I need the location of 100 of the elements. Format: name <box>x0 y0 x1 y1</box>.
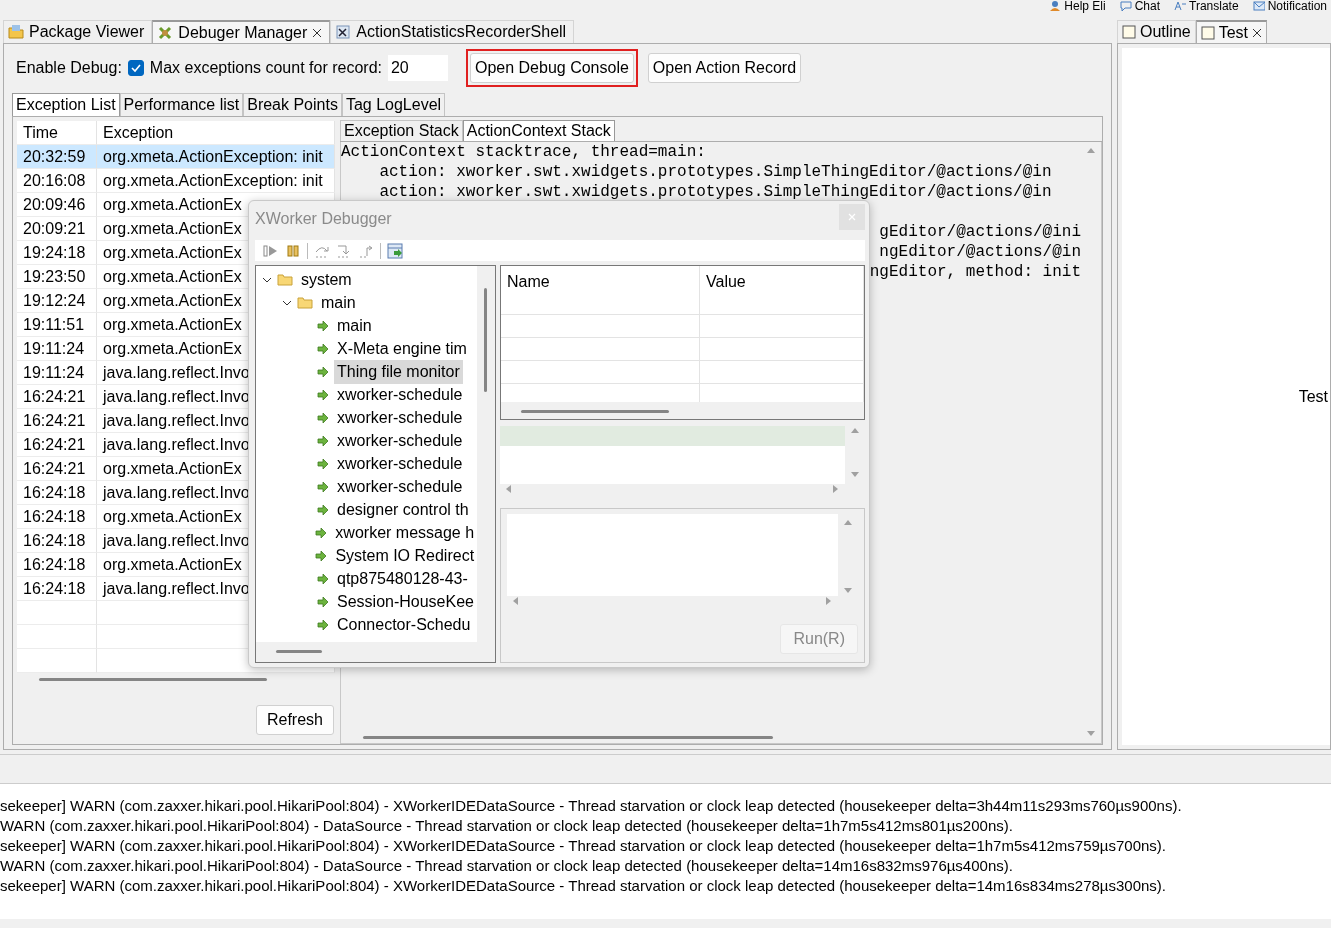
log-line: sekeeper] WARN (com.zaxxer.hikari.pool.HikariPool:804) - XWorkerIDEDataSource - Thread starvation or clock leap detected (housekeeper delta=1h7m5s412ms759µs700ns). <box>0 836 1167 856</box>
table-cell: 16:24:18 <box>17 481 97 505</box>
resume-icon[interactable] <box>263 242 279 259</box>
console-icon[interactable] <box>387 242 403 259</box>
log-line: sekeeper] WARN (com.zaxxer.hikari.pool.HikariPool:804) - XWorkerIDEDataSource - Thread starvation or clock leap detected (housekeeper delta=3h44m11s293ms760µs900ns). <box>0 796 1183 816</box>
table-cell: 19:23:50 <box>17 265 97 289</box>
tree-item[interactable]: Session-HouseKee <box>334 589 477 614</box>
table-cell: 19:24:18 <box>17 241 97 265</box>
person-icon <box>1049 0 1062 12</box>
table-cell: 19:12:24 <box>17 289 97 313</box>
table-cell: org.xmeta.ActionException: init <box>97 145 335 169</box>
toolbar-button[interactable]: Open Action Record <box>647 53 802 83</box>
tree-item[interactable]: main <box>334 313 375 338</box>
arrow-icon <box>317 479 329 494</box>
view-text: Test <box>1298 386 1329 407</box>
table-cell: 20:09:46 <box>17 193 97 217</box>
scrollbar-thumb[interactable] <box>39 678 267 681</box>
tab[interactable]: ActionContext Stack <box>462 120 615 141</box>
scroll-up-icon[interactable] <box>1086 146 1096 156</box>
enable-debug-checkbox[interactable] <box>127 60 144 76</box>
table-cell: 16:24:21 <box>17 385 97 409</box>
arrow-icon <box>317 502 329 517</box>
column-header[interactable]: Value <box>700 266 864 315</box>
arrow-icon <box>317 433 329 448</box>
tree-item[interactable]: xworker message h <box>332 520 478 545</box>
code-line: ActionContext stacktrace, thread=main: <box>341 142 707 162</box>
tree-item[interactable]: X-Meta engine tim <box>334 336 470 361</box>
table-cell: 16:24:18 <box>17 553 97 577</box>
table-cell: 19:11:24 <box>17 337 97 361</box>
tree-item[interactable]: xworker-schedule <box>334 405 466 430</box>
table-cell: 16:24:18 <box>17 505 97 529</box>
table-cell: 16:24:18 <box>17 577 97 601</box>
tab[interactable]: Performance list <box>119 93 244 116</box>
column-header[interactable]: Name <box>501 266 700 315</box>
toolbar-button[interactable]: Open Debug Console <box>469 53 634 83</box>
view-tab[interactable]: Outline <box>1117 20 1196 43</box>
scrollbar-thumb[interactable] <box>363 736 773 739</box>
envelope-icon <box>1252 0 1265 12</box>
tab[interactable]: Tag LogLevel <box>341 93 446 116</box>
close-icon[interactable] <box>312 27 323 38</box>
count-field[interactable]: 20 <box>387 55 448 81</box>
code-line: ngEditor, method: init <box>869 263 1081 281</box>
arrow-icon <box>317 456 329 471</box>
arrow-icon <box>317 387 329 402</box>
tree-item[interactable]: xworker-schedule <box>334 451 466 476</box>
scroll-up-icon[interactable] <box>843 518 853 528</box>
arrow-icon <box>317 594 329 609</box>
arrow-icon <box>317 571 329 586</box>
editor-tab[interactable]: ActionStatisticsRecorderShell <box>330 20 575 43</box>
close-icon[interactable] <box>1252 27 1263 38</box>
view-icon <box>1200 25 1215 40</box>
pause-icon[interactable] <box>285 242 301 259</box>
log-line: sekeeper] WARN (com.zaxxer.hikari.pool.HikariPool:804) - XWorkerIDEDataSource - Thread starvation or clock leap detected (housekeeper delta=14m16s834ms278µs300ns). <box>0 876 1167 896</box>
step-into-icon[interactable] <box>336 242 352 259</box>
arrow-icon <box>317 617 329 632</box>
table-cell: 16:24:18 <box>17 529 97 553</box>
arrow-icon <box>317 318 329 333</box>
scrollbar-thumb[interactable] <box>484 288 488 392</box>
tree-item[interactable]: Connector-Schedu <box>334 612 474 637</box>
close-icon <box>847 211 857 222</box>
scrollbar-thumb[interactable] <box>521 409 669 413</box>
arrow-icon <box>317 364 329 379</box>
table-cell: 16:24:21 <box>17 433 97 457</box>
tree-item[interactable]: Thing file monitor <box>334 359 463 384</box>
arrow-icon <box>317 410 329 425</box>
folder-icon <box>8 24 24 40</box>
code-line: action: xworker.swt.xwidgets.prototypes.SimpleThingEditor/@actions/@in <box>378 182 1053 202</box>
toolbar-item[interactable]: Help Eli <box>1064 0 1106 12</box>
tab[interactable]: Exception Stack <box>340 120 463 141</box>
editor-tab[interactable]: Debuger Manager <box>152 20 331 43</box>
tree-item[interactable]: qtp875480128-43- <box>334 566 471 591</box>
tree-item[interactable]: xworker-schedule <box>334 428 466 453</box>
table-cell: org.xmeta.ActionException: init <box>97 169 335 193</box>
window-icon <box>335 24 352 40</box>
toolbar-item[interactable]: Notification <box>1267 0 1327 12</box>
code-line: action: xworker.swt.xwidgets.prototypes.SimpleThingEditor/@actions/@in <box>378 162 1053 182</box>
tree-item[interactable]: xworker-schedule <box>334 474 466 499</box>
toolbar-item[interactable]: Chat <box>1134 0 1161 12</box>
table-cell: 16:24:21 <box>17 409 97 433</box>
scrollbar-thumb[interactable] <box>276 650 322 653</box>
label: Enable Debug: <box>16 58 122 78</box>
table-cell: 20:09:21 <box>17 217 97 241</box>
refresh-button[interactable]: Refresh <box>255 705 334 735</box>
tree-item[interactable]: xworker-schedule <box>334 382 466 407</box>
folder-icon <box>277 271 293 288</box>
scroll-up-icon[interactable] <box>850 426 860 436</box>
bug-icon <box>157 24 174 41</box>
output-area[interactable] <box>500 426 845 484</box>
code-line: ngEditor/@actions/@in <box>879 243 1081 261</box>
tree-item[interactable]: System IO Redirect <box>332 543 478 568</box>
tree-item[interactable]: designer control th <box>334 497 472 522</box>
script-input[interactable] <box>507 514 838 596</box>
toolbar-item[interactable]: Translate <box>1189 0 1239 12</box>
tab[interactable]: Break Points <box>243 93 342 116</box>
editor-tab[interactable]: Package Viewer <box>3 20 153 43</box>
tab[interactable]: Exception List <box>12 93 120 116</box>
close-button[interactable] <box>839 203 865 230</box>
view-tab[interactable]: Test <box>1195 20 1268 43</box>
chat-bubble-icon <box>1119 0 1132 12</box>
table-cell: 19:11:51 <box>17 313 97 337</box>
